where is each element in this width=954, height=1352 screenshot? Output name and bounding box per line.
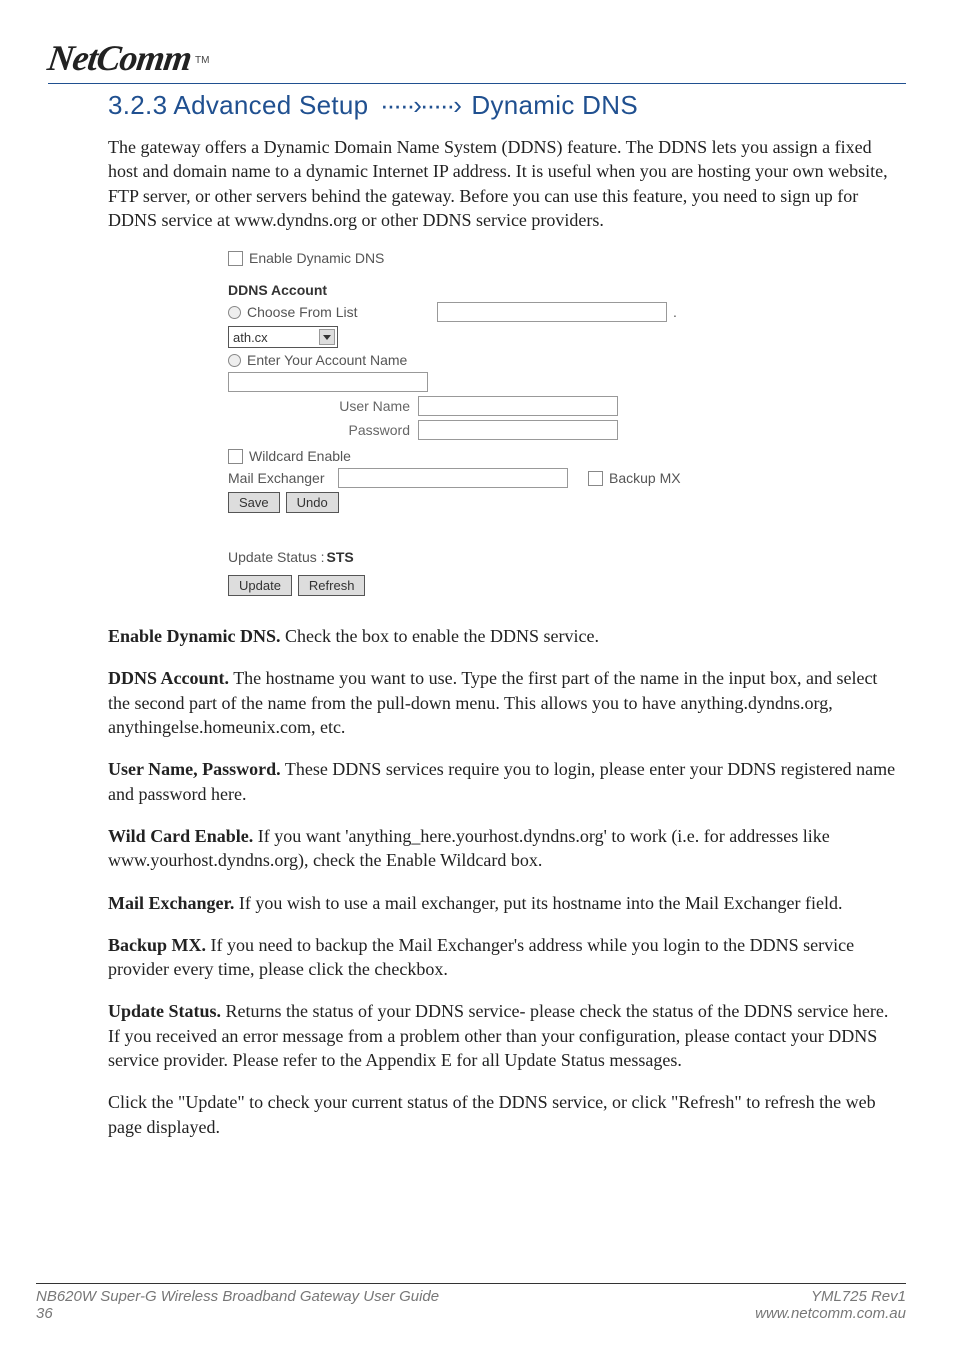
def-update-status: Update Status. Returns the status of you… [108, 999, 896, 1072]
domain-select-value: ath.cx [233, 330, 268, 345]
footer-revision: YML725 Rev1 [811, 1288, 906, 1305]
password-label: Password [228, 422, 418, 438]
hostname-input[interactable] [437, 302, 667, 322]
username-label: User Name [228, 398, 418, 414]
section-number: 3.2.3 [108, 90, 167, 120]
enable-ddns-checkbox[interactable] [228, 251, 243, 266]
def-click-note: Click the "Update" to check your current… [108, 1090, 896, 1139]
enable-ddns-label: Enable Dynamic DNS [249, 250, 384, 266]
choose-from-list-radio[interactable] [228, 306, 241, 319]
wildcard-label: Wildcard Enable [249, 448, 351, 464]
header-logo: NetComm TM [48, 32, 906, 84]
enter-account-label: Enter Your Account Name [247, 352, 407, 368]
update-status-value: STS [327, 549, 354, 565]
mail-exchanger-label: Mail Exchanger [228, 470, 338, 486]
def-enable-ddns: Enable Dynamic DNS. Check the box to ena… [108, 624, 896, 648]
update-status-label: Update Status : [228, 549, 325, 565]
ddns-account-header: DDNS Account [228, 282, 788, 298]
def-backup-mx: Backup MX. If you need to backup the Mai… [108, 933, 896, 982]
wildcard-checkbox[interactable] [228, 449, 243, 464]
breadcrumb-2: Dynamic DNS [471, 90, 638, 120]
update-button[interactable]: Update [228, 575, 292, 596]
def-mail-exchanger: Mail Exchanger. If you wish to use a mai… [108, 891, 896, 915]
breadcrumb-arrow-icon: ·····›·····› [380, 90, 460, 121]
backup-mx-label: Backup MX [609, 470, 681, 486]
def-wildcard: Wild Card Enable. If you want 'anything_… [108, 824, 896, 873]
password-input[interactable] [418, 420, 618, 440]
breadcrumb-1: Advanced Setup [173, 90, 368, 120]
dropdown-arrow-icon [319, 329, 335, 345]
username-input[interactable] [418, 396, 618, 416]
refresh-button[interactable]: Refresh [298, 575, 366, 596]
footer-guide-title: NB620W Super-G Wireless Broadband Gatewa… [36, 1288, 439, 1305]
undo-button[interactable]: Undo [286, 492, 339, 513]
intro-paragraph: The gateway offers a Dynamic Domain Name… [108, 135, 896, 232]
footer-page-number: 36 [36, 1305, 439, 1322]
def-ddns-account: DDNS Account. The hostname you want to u… [108, 666, 896, 739]
ddns-config-panel: Enable Dynamic DNS DDNS Account Choose F… [228, 250, 788, 596]
footer-url: www.netcomm.com.au [755, 1305, 906, 1322]
hostname-dot: . [673, 304, 677, 320]
def-user-pass: User Name, Password. These DDNS services… [108, 757, 896, 806]
enter-account-radio[interactable] [228, 354, 241, 367]
domain-select[interactable]: ath.cx [228, 326, 338, 348]
mail-exchanger-input[interactable] [338, 468, 568, 488]
account-name-input[interactable] [228, 372, 428, 392]
choose-from-list-label: Choose From List [247, 304, 437, 320]
backup-mx-checkbox[interactable] [588, 471, 603, 486]
page-footer: NB620W Super-G Wireless Broadband Gatewa… [36, 1283, 906, 1322]
brand-name: NetComm [45, 37, 194, 79]
trademark-symbol: TM [195, 55, 209, 66]
save-button[interactable]: Save [228, 492, 280, 513]
section-heading: 3.2.3 Advanced Setup ·····›·····› Dynami… [108, 90, 896, 121]
